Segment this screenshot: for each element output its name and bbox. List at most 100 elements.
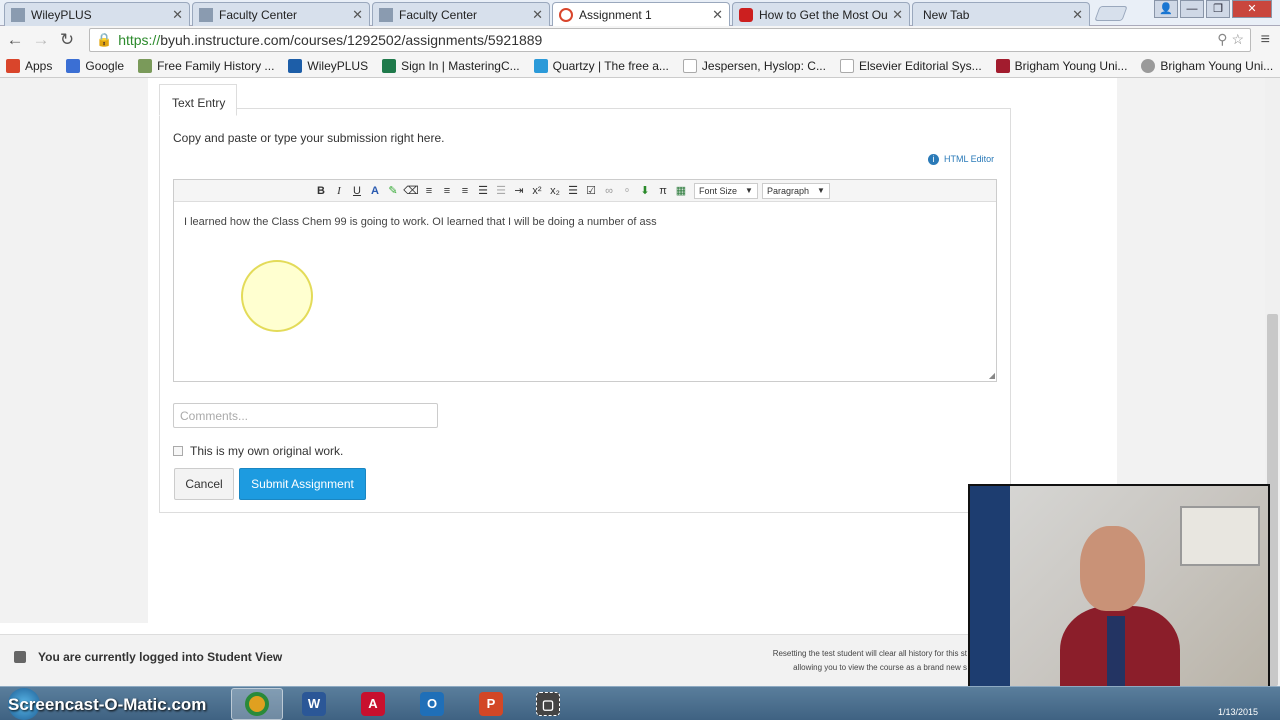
original-work-checkbox[interactable]: [173, 446, 183, 456]
highlight-icon[interactable]: ✎: [384, 182, 402, 200]
student-view-message: You are currently logged into Student Vi…: [14, 650, 282, 664]
info-icon: i: [928, 154, 939, 165]
clock: 1/13/2015: [1217, 707, 1258, 717]
bookmark-quartzy[interactable]: Quartzy | The free a...: [533, 58, 669, 73]
wall-frame: [1180, 506, 1260, 566]
page-icon: [11, 7, 25, 22]
tab-strip: WileyPLUS ✕ Faculty Center ✕ Faculty Cen…: [0, 0, 1280, 26]
taskbar-screencast[interactable]: ▢: [522, 688, 574, 720]
url-bar[interactable]: 🔒 https://byuh.instructure.com/courses/1…: [89, 28, 1251, 52]
apps-icon: [6, 58, 20, 73]
page-icon: [199, 7, 213, 22]
html-editor-link[interactable]: i HTML Editor: [928, 154, 994, 165]
bookmark-byu-1[interactable]: Brigham Young Uni...: [995, 58, 1127, 73]
maximize-button[interactable]: ❐: [1206, 0, 1230, 18]
font-size-select[interactable]: Font Size ▼: [694, 182, 758, 199]
outdent-icon[interactable]: ☰: [492, 182, 510, 200]
taskbar-chrome[interactable]: [231, 688, 283, 720]
text-color-icon[interactable]: A: [366, 182, 384, 200]
math-icon[interactable]: π: [654, 182, 672, 200]
bookmark-byu-2[interactable]: Brigham Young Uni...: [1141, 58, 1273, 73]
webcam-background: [970, 486, 1010, 708]
reload-icon[interactable]: ↻: [54, 28, 80, 52]
google-icon: [66, 58, 81, 73]
search-icon[interactable]: ⚲: [1217, 31, 1227, 47]
insert-image-icon[interactable]: ⬇: [636, 182, 654, 200]
bookmark-google[interactable]: Google: [66, 58, 124, 73]
bookmark-wileyplus[interactable]: WileyPLUS: [288, 58, 368, 73]
close-window-button[interactable]: ✕: [1232, 0, 1272, 18]
tab-new-tab[interactable]: New Tab ✕: [912, 2, 1090, 26]
chrome-icon: [245, 692, 269, 716]
webcam-overlay: [968, 484, 1270, 710]
paragraph-select[interactable]: Paragraph ▼: [761, 182, 830, 199]
underline-icon[interactable]: U: [348, 182, 366, 200]
align-left-icon[interactable]: ≡: [420, 182, 438, 200]
tab-assignment-1[interactable]: Assignment 1 ✕: [552, 2, 730, 26]
gear-icon: [1141, 58, 1156, 73]
tab-text-entry[interactable]: Text Entry: [159, 84, 237, 116]
quartzy-icon: [533, 58, 548, 73]
bookmark-apps[interactable]: Apps: [6, 58, 52, 73]
screencast-watermark: Screencast-O-Matic.com: [8, 695, 207, 714]
subscript-icon[interactable]: x₂: [546, 182, 564, 200]
submit-assignment-button[interactable]: Submit Assignment: [239, 468, 366, 500]
bold-icon[interactable]: B: [312, 182, 330, 200]
taskbar-powerpoint[interactable]: P: [465, 688, 517, 720]
edit-table-icon[interactable]: ☑: [582, 182, 600, 200]
taskbar-outlook[interactable]: O: [406, 688, 458, 720]
taskbar-acrobat[interactable]: A: [347, 688, 399, 720]
editor-content[interactable]: I learned how the Class Chem 99 is going…: [184, 216, 657, 228]
numbered-list-icon[interactable]: ☰: [564, 182, 582, 200]
acrobat-icon: A: [361, 692, 385, 716]
bookmark-elsevier[interactable]: Elsevier Editorial Sys...: [839, 58, 982, 73]
indent-icon[interactable]: ⇥: [510, 182, 528, 200]
bookmark-mastering[interactable]: Sign In | MasteringC...: [382, 58, 520, 73]
close-icon[interactable]: ✕: [352, 7, 363, 23]
link-icon[interactable]: ∞: [600, 182, 618, 200]
comments-input[interactable]: Comments...: [173, 403, 438, 428]
page-icon: [682, 58, 697, 73]
student-icon: [14, 651, 26, 663]
back-icon[interactable]: ←: [2, 28, 28, 52]
menu-icon[interactable]: ≡: [1261, 31, 1270, 49]
minimize-button[interactable]: —: [1180, 0, 1204, 18]
reset-student-text: Resetting the test student will clear al…: [772, 649, 967, 672]
superscript-icon[interactable]: x²: [528, 182, 546, 200]
powerpoint-icon: P: [479, 692, 503, 716]
bookmarks-bar: Apps Google Free Family History ... Wile…: [0, 54, 1280, 78]
close-icon[interactable]: ✕: [1072, 7, 1083, 23]
close-icon[interactable]: ✕: [172, 7, 183, 23]
star-icon[interactable]: ☆: [1231, 31, 1244, 47]
outlook-icon: O: [420, 692, 444, 716]
italic-icon[interactable]: I: [330, 182, 348, 200]
tab-faculty-center-1[interactable]: Faculty Center ✕: [192, 2, 370, 26]
table-icon[interactable]: ▦: [672, 182, 690, 200]
resize-handle-icon[interactable]: ◢: [989, 371, 995, 380]
close-icon[interactable]: ✕: [712, 7, 723, 23]
instructions: Copy and paste or type your submission r…: [173, 131, 445, 145]
forward-icon[interactable]: →: [28, 28, 54, 52]
clear-format-icon[interactable]: ⌫: [402, 182, 420, 200]
omnibox-icons: ⚲ ☆: [1217, 31, 1244, 48]
unlink-icon[interactable]: ⚬: [618, 182, 636, 200]
bookmark-family-history[interactable]: Free Family History ...: [138, 58, 274, 73]
align-right-icon[interactable]: ≡: [456, 182, 474, 200]
align-center-icon[interactable]: ≡: [438, 182, 456, 200]
taskbar-word[interactable]: W: [288, 688, 340, 720]
tab-faculty-center-2[interactable]: Faculty Center ✕: [372, 2, 550, 26]
presenter: [1060, 526, 1180, 708]
new-tab-button[interactable]: [1094, 6, 1128, 21]
tab-wileyplus[interactable]: WileyPLUS ✕: [4, 2, 190, 26]
bullet-list-icon[interactable]: ☰: [474, 182, 492, 200]
tab-youtube[interactable]: How to Get the Most Out ✕: [732, 2, 910, 26]
close-icon[interactable]: ✕: [532, 7, 543, 23]
close-icon[interactable]: ✕: [892, 7, 903, 23]
user-icon[interactable]: 👤: [1154, 0, 1178, 18]
tree-icon: [138, 58, 153, 73]
editor-toolbar: B I U A ✎ ⌫ ≡ ≡ ≡ ☰ ☰ ⇥ x² x₂ ☰ ☑ ∞ ⚬ ⬇ …: [174, 180, 996, 202]
bookmark-jespersen[interactable]: Jespersen, Hyslop: C...: [682, 58, 826, 73]
cancel-button[interactable]: Cancel: [174, 468, 234, 500]
original-work-row[interactable]: This is my own original work.: [173, 444, 343, 458]
wiley-icon: [288, 58, 303, 73]
